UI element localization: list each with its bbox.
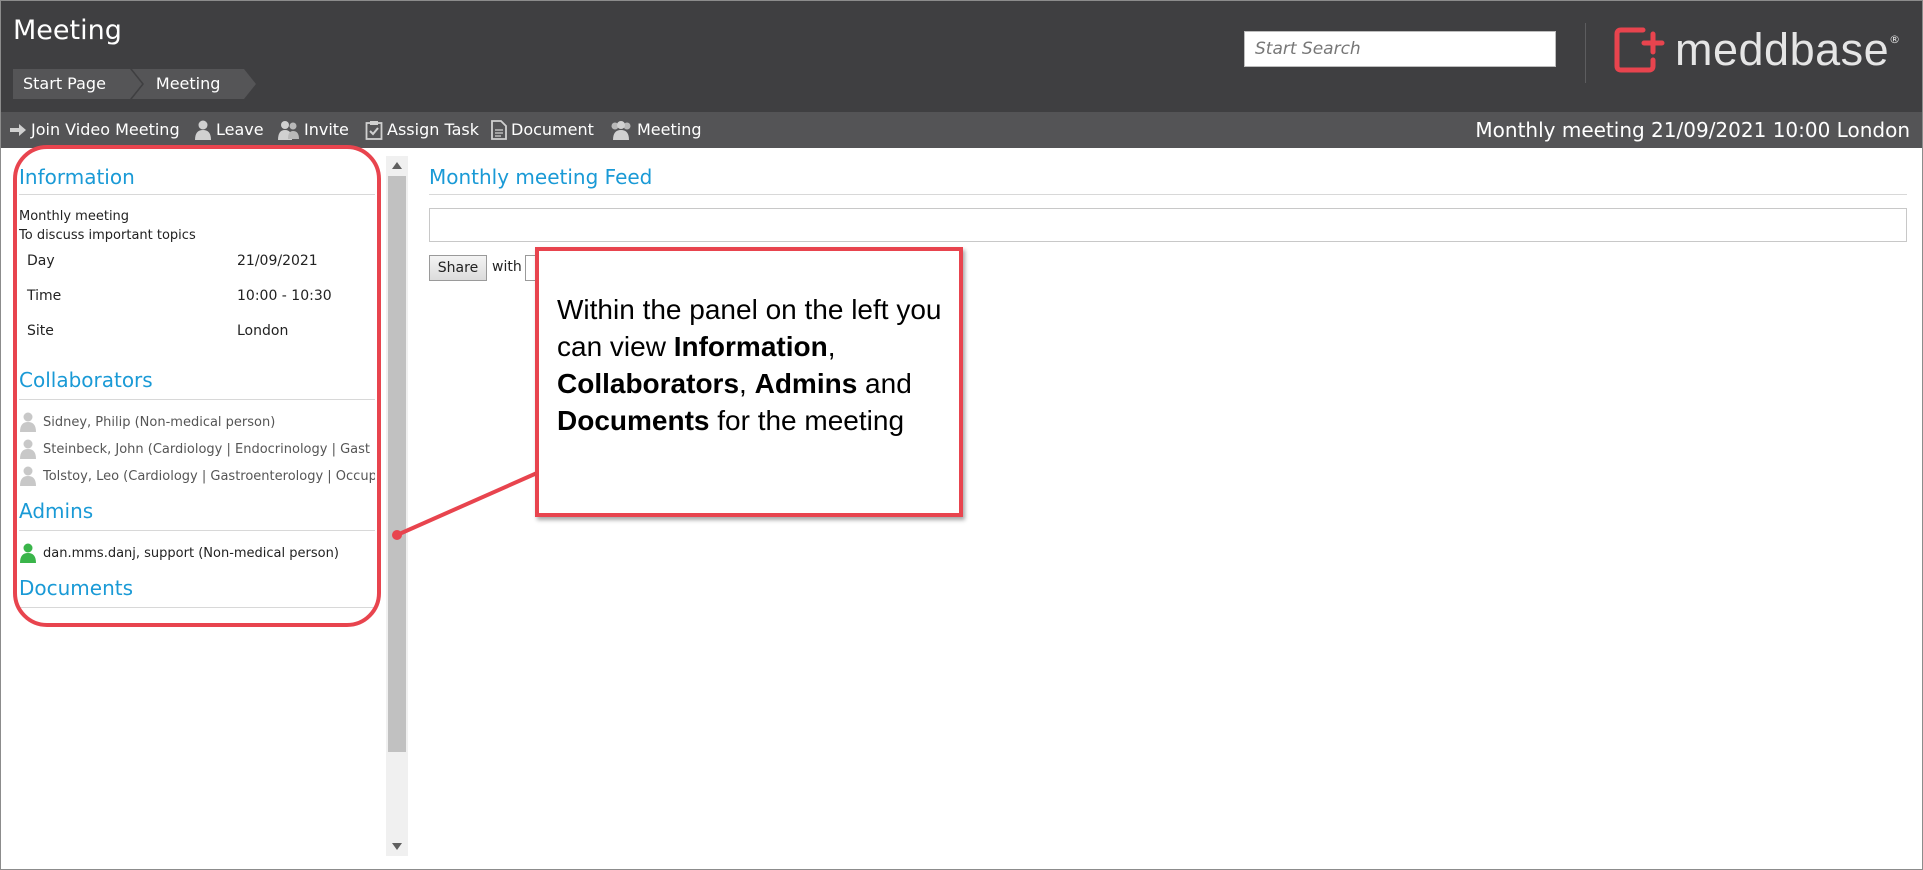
- callout-text-part: and: [857, 368, 912, 399]
- callout-text-part: ,: [827, 331, 836, 362]
- callout-keyword: Collaborators: [557, 368, 740, 399]
- callout-keyword: Information: [673, 331, 828, 362]
- callout-text-part: for the meeting: [709, 405, 905, 436]
- callout-text: Within the panel on the left you can vie…: [557, 291, 949, 439]
- callout-keyword: Admins: [754, 368, 858, 399]
- tutorial-callout: Within the panel on the left you can vie…: [535, 247, 963, 517]
- app-window: Meeting Start Page Meeting meddbase ® Jo…: [0, 0, 1923, 870]
- callout-text-part: ,: [739, 368, 755, 399]
- callout-keyword: Documents: [557, 405, 710, 436]
